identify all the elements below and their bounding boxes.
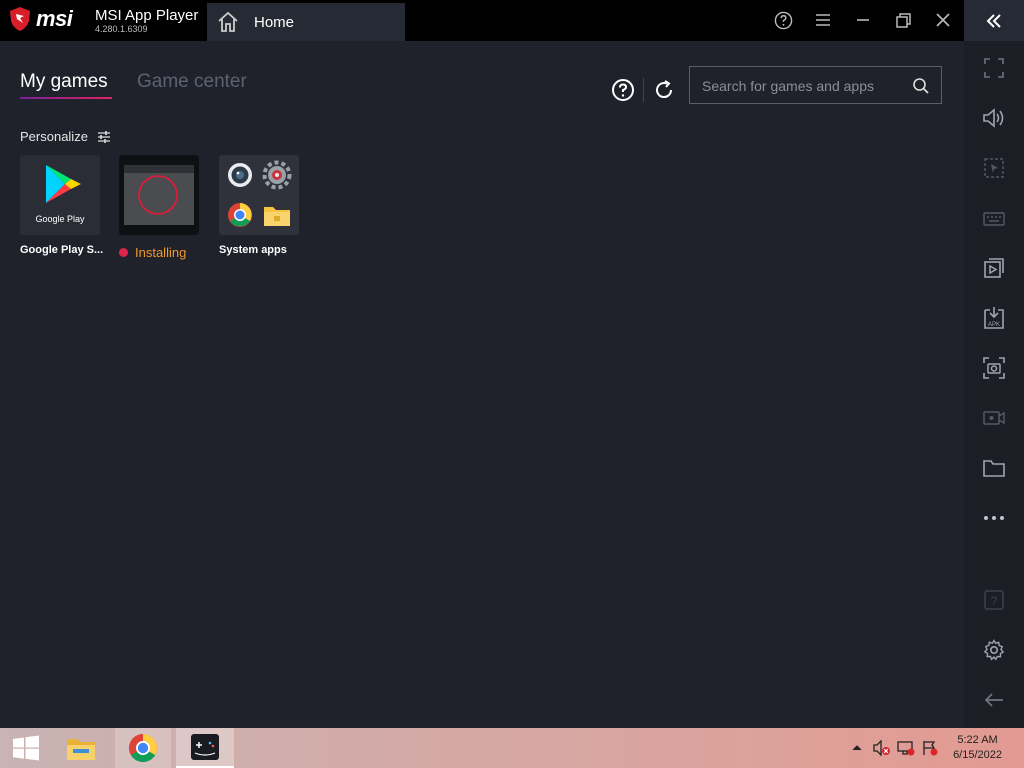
media-manager-button[interactable] xyxy=(982,256,1006,280)
tab-home[interactable]: Home xyxy=(207,3,405,41)
msi-app-player-icon xyxy=(191,734,219,760)
media-manager-icon xyxy=(984,258,1004,278)
more-button[interactable] xyxy=(982,506,1006,530)
chevron-up-icon xyxy=(852,745,862,751)
svg-text:APK: APK xyxy=(988,322,1000,328)
keyboard-icon xyxy=(983,212,1005,226)
gear-icon xyxy=(983,639,1005,661)
help-box-icon: ? xyxy=(984,590,1004,610)
chevron-double-left-icon xyxy=(986,13,1001,28)
show-hidden-icons-button[interactable] xyxy=(850,728,864,768)
network-disconnected-icon xyxy=(897,741,915,756)
taskbar-file-explorer[interactable] xyxy=(60,728,102,768)
svg-text:?: ? xyxy=(991,594,998,608)
chrome-icon xyxy=(129,734,157,762)
screen-select-icon xyxy=(984,158,1004,178)
taskbar-clock[interactable]: 5:22 AM 6/15/2022 xyxy=(953,733,1002,763)
settings-button[interactable] xyxy=(982,638,1006,662)
close-button[interactable] xyxy=(933,10,953,30)
start-button[interactable] xyxy=(6,728,46,768)
apk-icon: APK xyxy=(984,307,1004,329)
search-icon[interactable] xyxy=(912,77,930,95)
folder-button[interactable] xyxy=(982,456,1006,480)
clock-date: 6/15/2022 xyxy=(953,749,1002,761)
app-version: 4.280.1.6309 xyxy=(95,24,148,34)
right-sidebar: APK ? xyxy=(964,0,1024,728)
flag-alert-icon xyxy=(923,741,938,756)
title-bar: msi MSI App Player 4.280.1.6309 Home xyxy=(0,0,964,41)
installing-status: Installing xyxy=(119,245,186,260)
sidebar-help-button[interactable]: ? xyxy=(982,588,1006,612)
close-icon xyxy=(936,13,950,27)
msi-brand-text: msi xyxy=(36,6,73,31)
google-play-caption: Google Play xyxy=(35,214,85,224)
refresh-icon xyxy=(656,80,673,99)
volume-button[interactable] xyxy=(982,106,1006,130)
minimize-icon xyxy=(857,19,869,21)
help-circle-icon xyxy=(612,79,634,101)
minimize-button[interactable] xyxy=(853,10,873,30)
taskbar-chrome[interactable] xyxy=(115,728,171,768)
windows-logo-icon xyxy=(13,735,39,761)
video-record-icon xyxy=(983,411,1005,425)
status-dot xyxy=(119,248,128,257)
active-tab-underline xyxy=(20,97,112,99)
file-explorer-icon xyxy=(67,739,95,760)
search-box[interactable] xyxy=(689,66,942,105)
app-title: MSI App Player xyxy=(95,7,199,24)
games-help-button[interactable] xyxy=(611,78,635,102)
windows-taskbar: 5:22 AM 6/15/2022 xyxy=(0,728,1024,768)
personalize-label: Personalize xyxy=(20,129,88,144)
tab-game-center[interactable]: Game center xyxy=(137,71,247,93)
help-button[interactable] xyxy=(773,10,793,30)
personalize-button[interactable]: Personalize xyxy=(20,129,111,144)
search-input[interactable] xyxy=(700,67,909,105)
installing-app-icon xyxy=(124,165,194,225)
tray-action-center-flag[interactable] xyxy=(920,728,940,768)
restore-icon xyxy=(895,12,911,28)
tune-sliders-icon xyxy=(97,130,110,143)
app-label-system-apps: System apps xyxy=(219,244,287,256)
screenshot-button[interactable] xyxy=(982,356,1006,380)
msi-dragon-icon xyxy=(10,7,30,31)
restore-button[interactable] xyxy=(893,10,913,30)
tab-home-label: Home xyxy=(254,13,295,31)
app-tile-installing[interactable] xyxy=(119,155,199,235)
main-content: My games Game center Personalize xyxy=(0,41,964,728)
app-label-google-play: Google Play S... xyxy=(20,244,104,256)
refresh-button[interactable] xyxy=(652,78,676,102)
menu-button[interactable] xyxy=(813,10,833,30)
install-apk-button[interactable]: APK xyxy=(982,306,1006,330)
volume-muted-icon xyxy=(873,740,890,756)
fullscreen-icon xyxy=(984,58,1004,78)
taskbar-msi-app-player[interactable] xyxy=(176,728,234,768)
tray-network[interactable] xyxy=(896,728,916,768)
arrow-left-icon xyxy=(984,693,1003,707)
installing-label: Installing xyxy=(135,245,187,260)
hamburger-icon xyxy=(816,14,830,26)
record-button[interactable] xyxy=(982,406,1006,430)
screen-select-button[interactable] xyxy=(982,156,1006,180)
help-icon xyxy=(774,11,792,29)
app-tile-google-play[interactable]: Google Play xyxy=(20,155,100,235)
back-button[interactable] xyxy=(982,688,1006,712)
google-play-icon: Google Play xyxy=(35,165,85,224)
home-icon xyxy=(218,11,238,32)
tray-volume-muted[interactable] xyxy=(872,728,892,768)
volume-icon xyxy=(983,108,1004,128)
msi-logo: msi xyxy=(8,6,73,32)
toolbar-divider xyxy=(643,78,644,102)
collapse-sidebar-button[interactable] xyxy=(964,0,1024,41)
more-dots-icon xyxy=(984,516,1004,520)
folder-icon xyxy=(983,460,1005,477)
clock-time: 5:22 AM xyxy=(957,734,998,746)
fullscreen-button[interactable] xyxy=(982,56,1006,80)
camera-icon xyxy=(983,357,1005,379)
app-tile-system-apps[interactable] xyxy=(219,155,299,235)
tab-my-games[interactable]: My games xyxy=(20,71,108,93)
system-apps-icon xyxy=(228,160,292,227)
keyboard-button[interactable] xyxy=(982,206,1006,230)
